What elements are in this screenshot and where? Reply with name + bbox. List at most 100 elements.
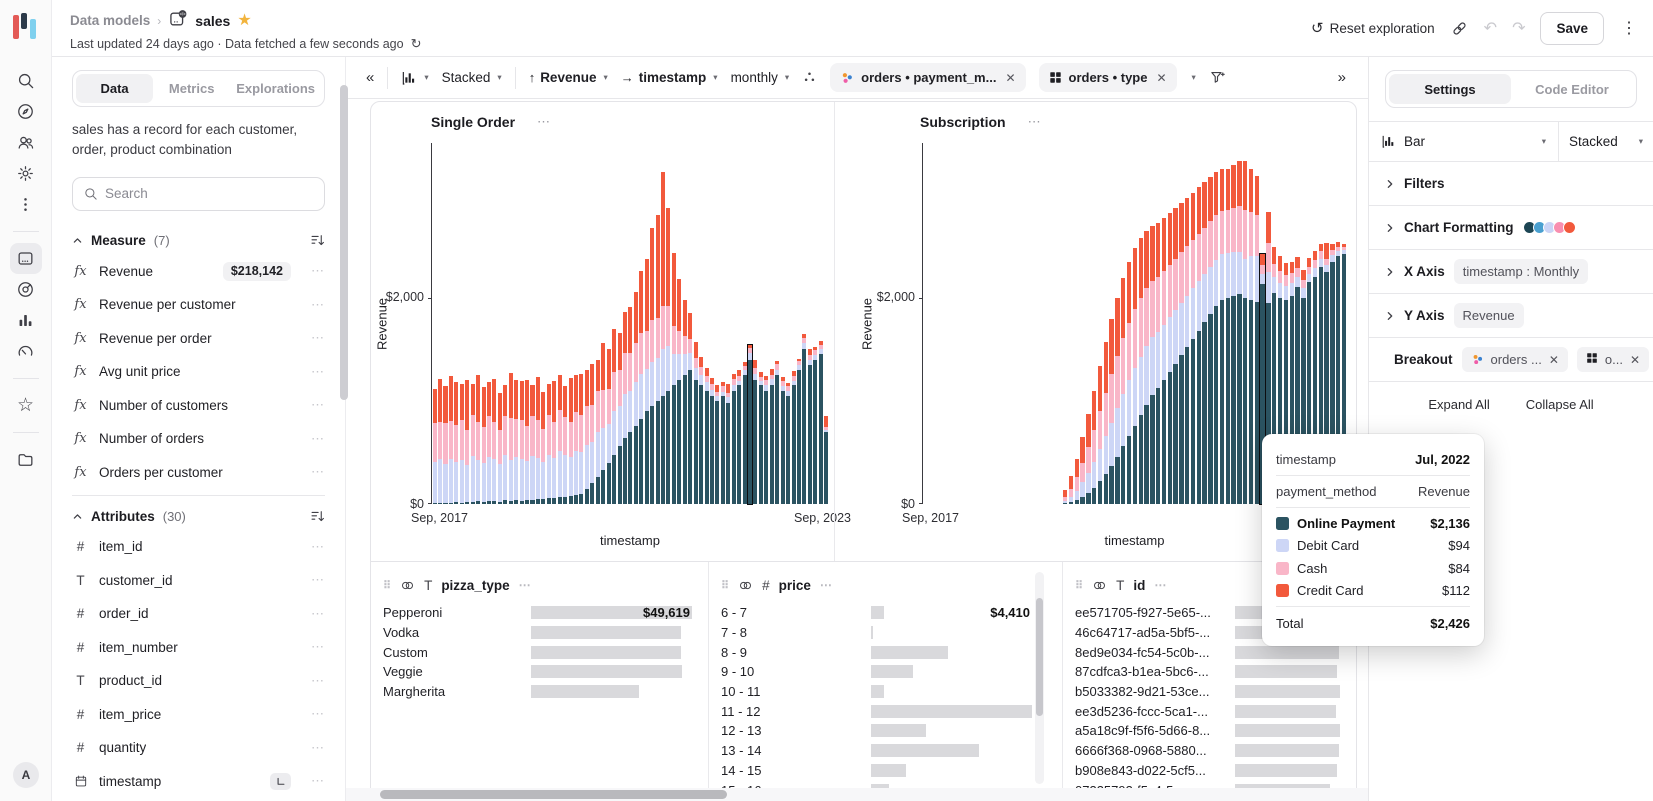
attribute-item[interactable]: Tproduct_id⋯: [72, 664, 325, 698]
chart-bar[interactable]: [585, 370, 589, 504]
y-axis-field-chip[interactable]: Revenue: [1454, 303, 1524, 328]
y-field-dropdown[interactable]: ↑Revenue▾: [529, 70, 608, 85]
chart-bar[interactable]: [574, 375, 578, 504]
chart-menu-icon[interactable]: ⋯: [1028, 114, 1042, 130]
chart-bar[interactable]: [1144, 231, 1148, 504]
attribute-item[interactable]: #quantity⋯: [72, 731, 325, 765]
tab-data[interactable]: Data: [76, 74, 153, 103]
breakout-chip-payment-method[interactable]: orders • payment_m... ✕: [830, 63, 1025, 92]
chart-bar[interactable]: [705, 368, 709, 504]
remove-chip-icon[interactable]: ✕: [1630, 353, 1640, 367]
chart-bar[interactable]: [661, 172, 665, 504]
tab-settings[interactable]: Settings: [1389, 74, 1511, 104]
chart-bar[interactable]: [1255, 176, 1259, 504]
field-menu-icon[interactable]: ⋯: [311, 263, 325, 279]
chart-bar[interactable]: [672, 253, 676, 504]
expand-panel-icon[interactable]: »: [1338, 69, 1346, 86]
section-filters[interactable]: Filters: [1369, 162, 1653, 206]
table-row[interactable]: 13 - 14: [721, 741, 1032, 761]
chart-bar[interactable]: [628, 307, 632, 504]
chart-bar[interactable]: [1133, 248, 1137, 504]
chart-bar[interactable]: [1179, 203, 1183, 504]
horizontal-scrollbar[interactable]: [346, 788, 1368, 801]
chart-bar[interactable]: [590, 364, 594, 504]
measure-item[interactable]: fxNumber of orders⋯: [72, 422, 325, 456]
viz-mode-dropdown[interactable]: Stacked ▾: [1558, 122, 1653, 161]
table-row[interactable]: Custom: [383, 642, 692, 662]
chart-bar[interactable]: [1214, 172, 1218, 504]
chart-bar[interactable]: [656, 215, 660, 504]
chart-bar[interactable]: [808, 349, 812, 504]
undo-icon[interactable]: ↶: [1484, 18, 1497, 38]
bar-chart-icon[interactable]: [10, 305, 42, 336]
chart-bar[interactable]: [775, 361, 779, 504]
chart-bar[interactable]: [1249, 169, 1253, 504]
measure-item[interactable]: fxNumber of customers⋯: [72, 389, 325, 423]
chart-bar[interactable]: [639, 271, 643, 504]
chart-bar[interactable]: [1069, 476, 1073, 504]
kebab-menu-icon[interactable]: ⋮: [1619, 18, 1639, 38]
chart-bar[interactable]: [476, 375, 480, 504]
chart-bar[interactable]: [732, 374, 736, 504]
table-row[interactable]: ee3d5236-fccc-5ca1-...: [1075, 701, 1340, 721]
chart-bar[interactable]: [1150, 226, 1154, 504]
chart-bar[interactable]: [438, 379, 442, 504]
drag-handle-icon[interactable]: ⠿: [1075, 579, 1083, 592]
chart-bar[interactable]: [781, 377, 785, 504]
field-menu-icon[interactable]: ⋯: [311, 673, 325, 689]
chart-bar[interactable]: [1231, 165, 1235, 504]
chart-bar[interactable]: [449, 376, 453, 504]
share-link-icon[interactable]: [1450, 19, 1469, 38]
table-row[interactable]: 14 - 15: [721, 761, 1032, 781]
tab-metrics[interactable]: Metrics: [153, 74, 230, 103]
table-row[interactable]: 87cdfca3-b1ea-5bc6-...: [1075, 662, 1340, 682]
more-options-icon[interactable]: [10, 189, 42, 220]
section-breakout[interactable]: Breakout orders ... ✕ o... ✕: [1369, 338, 1653, 382]
table-row[interactable]: 6666f368-0968-5880...: [1075, 741, 1340, 761]
sort-icon[interactable]: [310, 509, 325, 524]
redo-icon[interactable]: ↷: [1512, 18, 1525, 38]
chart-bar[interactable]: [443, 386, 447, 504]
chart-bar[interactable]: [482, 387, 486, 504]
chart-bar[interactable]: [1109, 319, 1113, 504]
folder-icon[interactable]: [10, 444, 42, 475]
chart-bar[interactable]: [460, 384, 464, 504]
chart-bar[interactable]: [492, 379, 496, 504]
search-input[interactable]: [105, 186, 314, 201]
left-panel-scrollbar[interactable]: [340, 85, 348, 400]
chart-bar[interactable]: [530, 385, 534, 504]
gear-icon[interactable]: [10, 158, 42, 189]
attribute-item[interactable]: #item_id⋯: [72, 530, 325, 564]
chart-bar[interactable]: [753, 360, 757, 504]
chart-bar[interactable]: [1202, 182, 1206, 504]
chart-bar[interactable]: [710, 378, 714, 504]
chart-bar[interactable]: [536, 377, 540, 504]
column-menu-icon[interactable]: ⋯: [1154, 578, 1167, 592]
chart-bar[interactable]: [764, 376, 768, 504]
x-axis-field-chip[interactable]: timestamp : Monthly: [1454, 259, 1588, 284]
chart-bar[interactable]: [471, 384, 475, 504]
table-row[interactable]: b908e843-d022-5cf5...: [1075, 761, 1340, 781]
chart-bar[interactable]: [563, 386, 567, 504]
chart-bar[interactable]: [1086, 414, 1090, 504]
table-row[interactable]: Vodka: [383, 623, 692, 643]
measure-item[interactable]: fxRevenue per order⋯: [72, 322, 325, 356]
field-menu-icon[interactable]: ⋯: [311, 572, 325, 588]
section-y-axis[interactable]: Y Axis Revenue: [1369, 294, 1653, 338]
chart-bar[interactable]: [1185, 198, 1189, 504]
attribute-item[interactable]: Tcustomer_id⋯: [72, 564, 325, 598]
chart-bar[interactable]: [547, 384, 551, 504]
field-menu-icon[interactable]: ⋯: [311, 297, 325, 313]
field-menu-icon[interactable]: ⋯: [311, 539, 325, 555]
field-search[interactable]: [72, 177, 325, 211]
table-row[interactable]: Veggie: [383, 662, 692, 682]
sort-icon[interactable]: [310, 233, 325, 248]
field-menu-icon[interactable]: ⋯: [311, 639, 325, 655]
chart-bar[interactable]: [612, 329, 616, 504]
chart-bar[interactable]: [634, 292, 638, 504]
table-row[interactable]: 7 - 8: [721, 623, 1032, 643]
remove-chip-icon[interactable]: ✕: [1154, 71, 1166, 85]
chart-bar[interactable]: [1075, 459, 1079, 504]
chart-bar[interactable]: [1226, 169, 1230, 504]
attribute-item[interactable]: #item_price⋯: [72, 698, 325, 732]
